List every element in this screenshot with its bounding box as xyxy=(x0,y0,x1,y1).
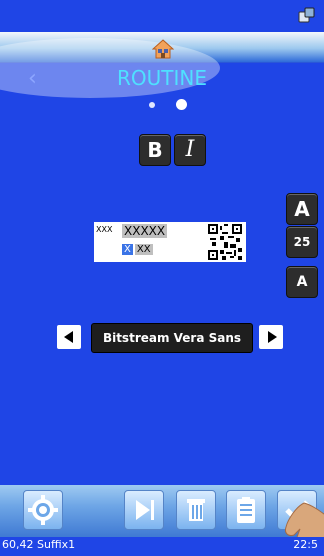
previous-font-arrow-icon[interactable] xyxy=(57,325,81,349)
next-font-arrow-icon[interactable] xyxy=(259,325,283,349)
increase-font-size-button[interactable]: A xyxy=(286,193,318,225)
gear-icon xyxy=(28,495,58,525)
settings-button[interactable] xyxy=(23,490,63,530)
page-dot-1[interactable] xyxy=(149,102,155,108)
sync-icon xyxy=(298,7,315,23)
decrease-font-size-button[interactable]: A xyxy=(286,266,318,298)
page-title: ROUTINE xyxy=(117,66,207,90)
clipboard-button[interactable] xyxy=(226,490,266,530)
preview-suffix[interactable]: X XX xyxy=(122,244,153,255)
preview-small-text: XXX xyxy=(96,225,113,234)
screen: ‹ ROUTINE B I A 25 A XXX XXXXX X XX Bits… xyxy=(0,0,324,556)
delete-button[interactable] xyxy=(176,490,216,530)
font-name-selector[interactable]: Bitstream Vera Sans xyxy=(91,323,253,353)
status-text: 60,42 Suffix1 xyxy=(2,538,76,551)
page-dot-2-active[interactable] xyxy=(176,99,187,110)
clipboard-icon xyxy=(237,497,255,523)
italic-button[interactable]: I xyxy=(174,134,206,166)
skip-forward-button[interactable] xyxy=(124,490,164,530)
trash-icon xyxy=(187,499,205,521)
label-preview[interactable]: XXX XXXXX X XX xyxy=(94,222,246,262)
clock-text: 22:5 xyxy=(293,538,318,551)
qr-code-icon xyxy=(208,224,242,260)
home-icon[interactable] xyxy=(152,38,174,60)
preview-suffix-x: X xyxy=(122,244,133,255)
preview-main-text[interactable]: XXXXX xyxy=(122,224,168,238)
preview-suffix-xx: XX xyxy=(134,244,153,255)
font-size-value: 25 xyxy=(286,226,318,258)
skip-forward-icon xyxy=(136,500,154,520)
bold-button[interactable]: B xyxy=(139,134,171,166)
top-status-bar xyxy=(0,0,324,30)
